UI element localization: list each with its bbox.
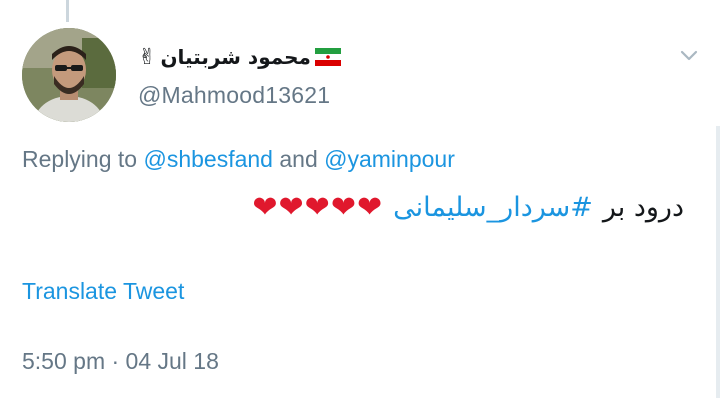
author-name-row[interactable]: ✌ محمود شربتیان xyxy=(138,44,341,70)
hashtag-link[interactable]: #سردار_سلیمانی xyxy=(393,188,593,228)
replying-to-line: Replying to @shbesfand and @yaminpour xyxy=(22,146,455,173)
side-divider xyxy=(716,126,720,398)
tweet-timestamp[interactable]: 5:50 pm · 04 Jul 18 xyxy=(22,348,219,375)
tweet-body: درود بر #سردار_سلیمانی ❤❤❤❤❤ xyxy=(252,188,684,228)
replying-prefix: Replying to xyxy=(22,146,138,172)
thread-connector-line xyxy=(66,0,69,22)
avatar[interactable] xyxy=(22,28,116,122)
author-handle[interactable]: @Mahmood13621 xyxy=(138,82,330,109)
tweet-text-lead: درود بر xyxy=(602,192,684,223)
iran-flag-icon xyxy=(314,48,341,66)
heart-emojis: ❤❤❤❤❤ xyxy=(252,190,384,225)
translate-tweet-link[interactable]: Translate Tweet xyxy=(22,278,184,305)
chevron-down-icon[interactable] xyxy=(678,44,700,66)
avatar-photo xyxy=(22,28,116,122)
replying-conjunction: and xyxy=(279,146,318,172)
mention-link-shbesfand[interactable]: @shbesfand xyxy=(143,146,273,172)
author-display-name[interactable]: محمود شربتیان xyxy=(160,44,311,70)
victory-hand-emoji: ✌ xyxy=(138,44,157,69)
mention-link-yaminpour[interactable]: @yaminpour xyxy=(324,146,455,172)
